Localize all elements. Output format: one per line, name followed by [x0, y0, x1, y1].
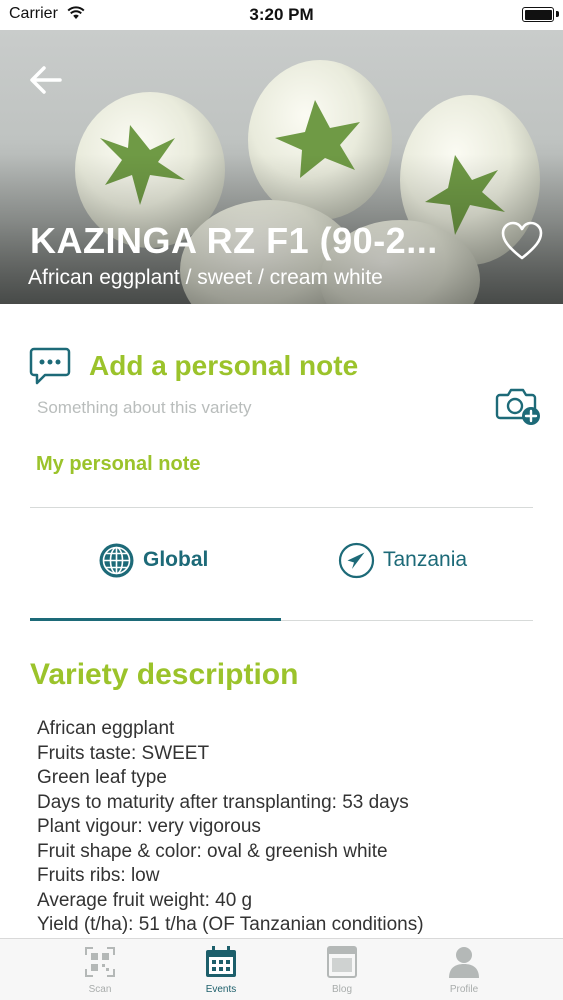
- description-item: Green leaf type: [37, 767, 167, 788]
- description-item: Fruit shape & color: oval & greenish whi…: [37, 840, 388, 862]
- tab-tanzania-label: Tanzania: [383, 548, 468, 571]
- profile-icon: [449, 947, 479, 978]
- description-item: African eggplant: [37, 718, 175, 739]
- tabbar-label-profile: Profile: [449, 984, 479, 995]
- tabbar-item-profile[interactable]: Profile: [424, 945, 504, 995]
- battery-icon: [522, 7, 554, 22]
- qr-code-icon: [85, 947, 115, 977]
- variety-hero: KAZINGA RZ F1 (90-2... African eggplant …: [0, 30, 563, 304]
- note-placeholder-text[interactable]: Something about this variety: [37, 398, 252, 418]
- status-bar: Carrier 3:20 PM: [0, 0, 563, 30]
- location-arrow-icon: [338, 542, 375, 578]
- add-photo-camera-icon[interactable]: [494, 383, 542, 427]
- tabbar-item-scan[interactable]: Scan: [60, 945, 140, 995]
- section-divider: [30, 507, 533, 508]
- description-item: Plant vigour: very vigorous: [37, 816, 261, 837]
- tab-global-label: Global: [143, 548, 209, 571]
- globe-icon: [99, 543, 134, 577]
- variety-description-list: African eggplant Fruits taste: SWEET Gre…: [37, 717, 424, 938]
- description-item: Yield (t/ha): 51 t/ha (OF Tanzanian cond…: [37, 914, 424, 935]
- tabbar-item-events[interactable]: Events: [181, 945, 261, 995]
- description-item: Days to maturity after transplanting: 53…: [37, 791, 409, 813]
- add-note-title: Add a personal note: [89, 350, 359, 381]
- active-tab-indicator: [30, 618, 281, 621]
- description-item: Average fruit weight: 40 g: [37, 889, 253, 911]
- battery-tip: [556, 11, 559, 17]
- favorite-heart-icon[interactable]: [500, 220, 544, 262]
- my-personal-note-link[interactable]: My personal note: [36, 453, 200, 476]
- tabbar-label-blog: Blog: [331, 984, 352, 995]
- status-time: 3:20 PM: [249, 5, 314, 24]
- bottom-tab-bar: Scan Events Blog Profile: [0, 938, 563, 1000]
- variety-description-title: Variety description: [30, 658, 299, 691]
- variety-title: KAZINGA RZ F1 (90-2...: [30, 220, 438, 261]
- tabbar-label-events: Events: [205, 984, 237, 995]
- tabbar-item-blog[interactable]: Blog: [302, 945, 382, 995]
- speech-bubble-icon: [29, 347, 71, 385]
- description-item: Fruits taste: SWEET: [37, 742, 210, 764]
- description-item: Fruits ribs: low: [37, 865, 160, 886]
- blog-icon: [327, 946, 357, 978]
- back-arrow-icon[interactable]: [26, 60, 66, 100]
- calendar-icon: [206, 946, 236, 977]
- variety-subtitle: African eggplant / sweet / cream white: [28, 266, 383, 289]
- tabbar-label-scan: Scan: [88, 984, 112, 995]
- tab-global[interactable]: Global: [98, 535, 208, 585]
- tab-tanzania[interactable]: Tanzania: [338, 535, 467, 585]
